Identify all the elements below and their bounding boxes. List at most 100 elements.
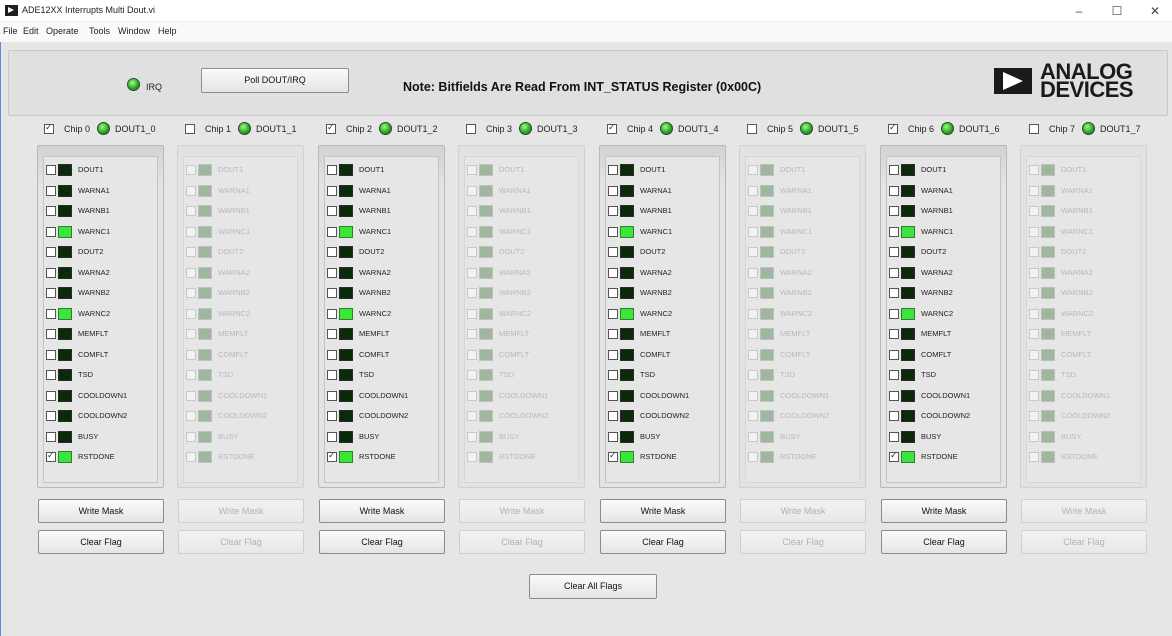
- flag-mask-checkbox[interactable]: [889, 247, 899, 257]
- flag-mask-checkbox[interactable]: [46, 450, 56, 462]
- flag-mask-checkbox[interactable]: [889, 329, 899, 339]
- flag-label: TSD: [921, 370, 936, 379]
- flag-mask-checkbox[interactable]: [889, 431, 899, 442]
- minimize-icon[interactable]: –: [1064, 2, 1094, 20]
- flag-mask-checkbox[interactable]: [46, 165, 56, 175]
- chip-enable-checkbox[interactable]: [466, 124, 476, 134]
- flag-mask-checkbox[interactable]: [46, 226, 56, 237]
- flag-mask-checkbox[interactable]: [889, 370, 899, 380]
- flag-mask-checkbox[interactable]: [608, 370, 618, 380]
- flag-mask-checkbox[interactable]: [46, 185, 56, 196]
- flag-mask-checkbox[interactable]: [46, 247, 56, 257]
- flag-mask-checkbox[interactable]: [889, 165, 899, 175]
- flag-mask-checkbox[interactable]: [327, 329, 337, 339]
- flag-mask-checkbox[interactable]: [889, 267, 899, 278]
- flag-mask-checkbox[interactable]: [327, 411, 337, 421]
- flag-mask-checkbox: [748, 206, 758, 216]
- flag-mask-checkbox[interactable]: [46, 267, 56, 278]
- write-mask-button[interactable]: Write Mask: [38, 499, 164, 523]
- flag-mask-checkbox[interactable]: [608, 206, 618, 216]
- flag-mask-checkbox[interactable]: [608, 390, 618, 401]
- flag-mask-checkbox[interactable]: [327, 165, 337, 175]
- flag-mask-checkbox[interactable]: [327, 390, 337, 401]
- clear-flag-button[interactable]: Clear Flag: [881, 530, 1007, 554]
- flag-mask-checkbox[interactable]: [608, 431, 618, 442]
- flag-mask-checkbox[interactable]: [327, 288, 337, 298]
- flag-mask-checkbox: [467, 226, 477, 237]
- flag-mask-checkbox[interactable]: [889, 349, 899, 360]
- flag-mask-checkbox[interactable]: [608, 165, 618, 175]
- flag-led-icon: [198, 184, 212, 197]
- flag-mask-checkbox[interactable]: [608, 308, 618, 319]
- flag-mask-checkbox[interactable]: [889, 185, 899, 196]
- close-icon[interactable]: ✕: [1140, 2, 1170, 20]
- flag-mask-checkbox[interactable]: [327, 349, 337, 360]
- flag-mask-checkbox[interactable]: [327, 185, 337, 196]
- flag-mask-checkbox[interactable]: [889, 411, 899, 421]
- chip-enable-checkbox[interactable]: [607, 122, 617, 134]
- flag-mask-checkbox[interactable]: [46, 349, 56, 360]
- flag-mask-checkbox[interactable]: [889, 308, 899, 319]
- flag-mask-checkbox[interactable]: [46, 411, 56, 421]
- chip-enable-checkbox[interactable]: [185, 124, 195, 134]
- flag-mask-checkbox[interactable]: [46, 288, 56, 298]
- flag-mask-checkbox[interactable]: [889, 206, 899, 216]
- clear-all-flags-button[interactable]: Clear All Flags: [529, 574, 657, 599]
- flag-mask-checkbox[interactable]: [608, 450, 618, 462]
- write-mask-button[interactable]: Write Mask: [319, 499, 445, 523]
- flag-mask-checkbox[interactable]: [608, 349, 618, 360]
- flag-mask-checkbox[interactable]: [46, 308, 56, 319]
- flag-mask-checkbox[interactable]: [327, 431, 337, 442]
- flag-mask-checkbox[interactable]: [46, 390, 56, 401]
- menu-window[interactable]: Window: [118, 26, 150, 36]
- flag-mask-checkbox[interactable]: [327, 308, 337, 319]
- chip-enable-checkbox[interactable]: [747, 124, 757, 134]
- flag-mask-checkbox[interactable]: [46, 206, 56, 216]
- flag-mask-checkbox[interactable]: [327, 226, 337, 237]
- flag-row: COOLDOWN1: [186, 389, 296, 402]
- flag-mask-checkbox[interactable]: [608, 185, 618, 196]
- flag-mask-checkbox[interactable]: [46, 329, 56, 339]
- flag-mask-checkbox[interactable]: [327, 247, 337, 257]
- flag-mask-checkbox[interactable]: [327, 206, 337, 216]
- write-mask-button[interactable]: Write Mask: [881, 499, 1007, 523]
- flag-mask-checkbox[interactable]: [608, 411, 618, 421]
- maximize-icon[interactable]: ☐: [1102, 2, 1132, 20]
- flag-mask-checkbox[interactable]: [46, 370, 56, 380]
- clear-flag-button[interactable]: Clear Flag: [319, 530, 445, 554]
- flag-label: WARNC1: [218, 226, 251, 236]
- menu-file[interactable]: File: [3, 26, 18, 36]
- flag-mask-checkbox[interactable]: [889, 390, 899, 401]
- flag-mask-checkbox[interactable]: [327, 450, 337, 462]
- dout-label: DOUT1_4: [678, 124, 719, 134]
- flag-row: DOUT1: [1029, 164, 1139, 176]
- flag-mask-checkbox[interactable]: [46, 431, 56, 442]
- write-mask-button[interactable]: Write Mask: [600, 499, 726, 523]
- flag-mask-checkbox[interactable]: [889, 226, 899, 237]
- flag-mask-checkbox[interactable]: [889, 450, 899, 462]
- flag-mask-checkbox[interactable]: [327, 370, 337, 380]
- dout-led-icon: [97, 122, 110, 135]
- menu-operate[interactable]: Operate: [46, 26, 79, 36]
- flag-mask-checkbox[interactable]: [608, 226, 618, 237]
- flag-label: WARNC2: [359, 308, 392, 318]
- flag-led-icon: [1041, 451, 1055, 463]
- menu-tools[interactable]: Tools: [89, 26, 110, 36]
- chip-enable-checkbox[interactable]: [1029, 124, 1039, 134]
- poll-dout-irq-button[interactable]: Poll DOUT/IRQ: [201, 68, 349, 93]
- clear-flag-button: Clear Flag: [740, 530, 866, 554]
- menu-edit[interactable]: Edit: [23, 26, 39, 36]
- clear-flag-button[interactable]: Clear Flag: [600, 530, 726, 554]
- flag-mask-checkbox[interactable]: [608, 288, 618, 298]
- flag-mask-checkbox[interactable]: [608, 267, 618, 278]
- flag-mask-checkbox[interactable]: [327, 267, 337, 278]
- menu-help[interactable]: Help: [158, 26, 177, 36]
- flag-mask-checkbox[interactable]: [889, 288, 899, 298]
- clear-flag-button[interactable]: Clear Flag: [38, 530, 164, 554]
- flag-mask-checkbox[interactable]: [608, 247, 618, 257]
- flag-mask-checkbox[interactable]: [608, 329, 618, 339]
- chip-enable-checkbox[interactable]: [44, 122, 54, 134]
- flag-label: MEMFLT: [640, 329, 671, 338]
- chip-enable-checkbox[interactable]: [326, 122, 336, 134]
- chip-enable-checkbox[interactable]: [888, 122, 898, 134]
